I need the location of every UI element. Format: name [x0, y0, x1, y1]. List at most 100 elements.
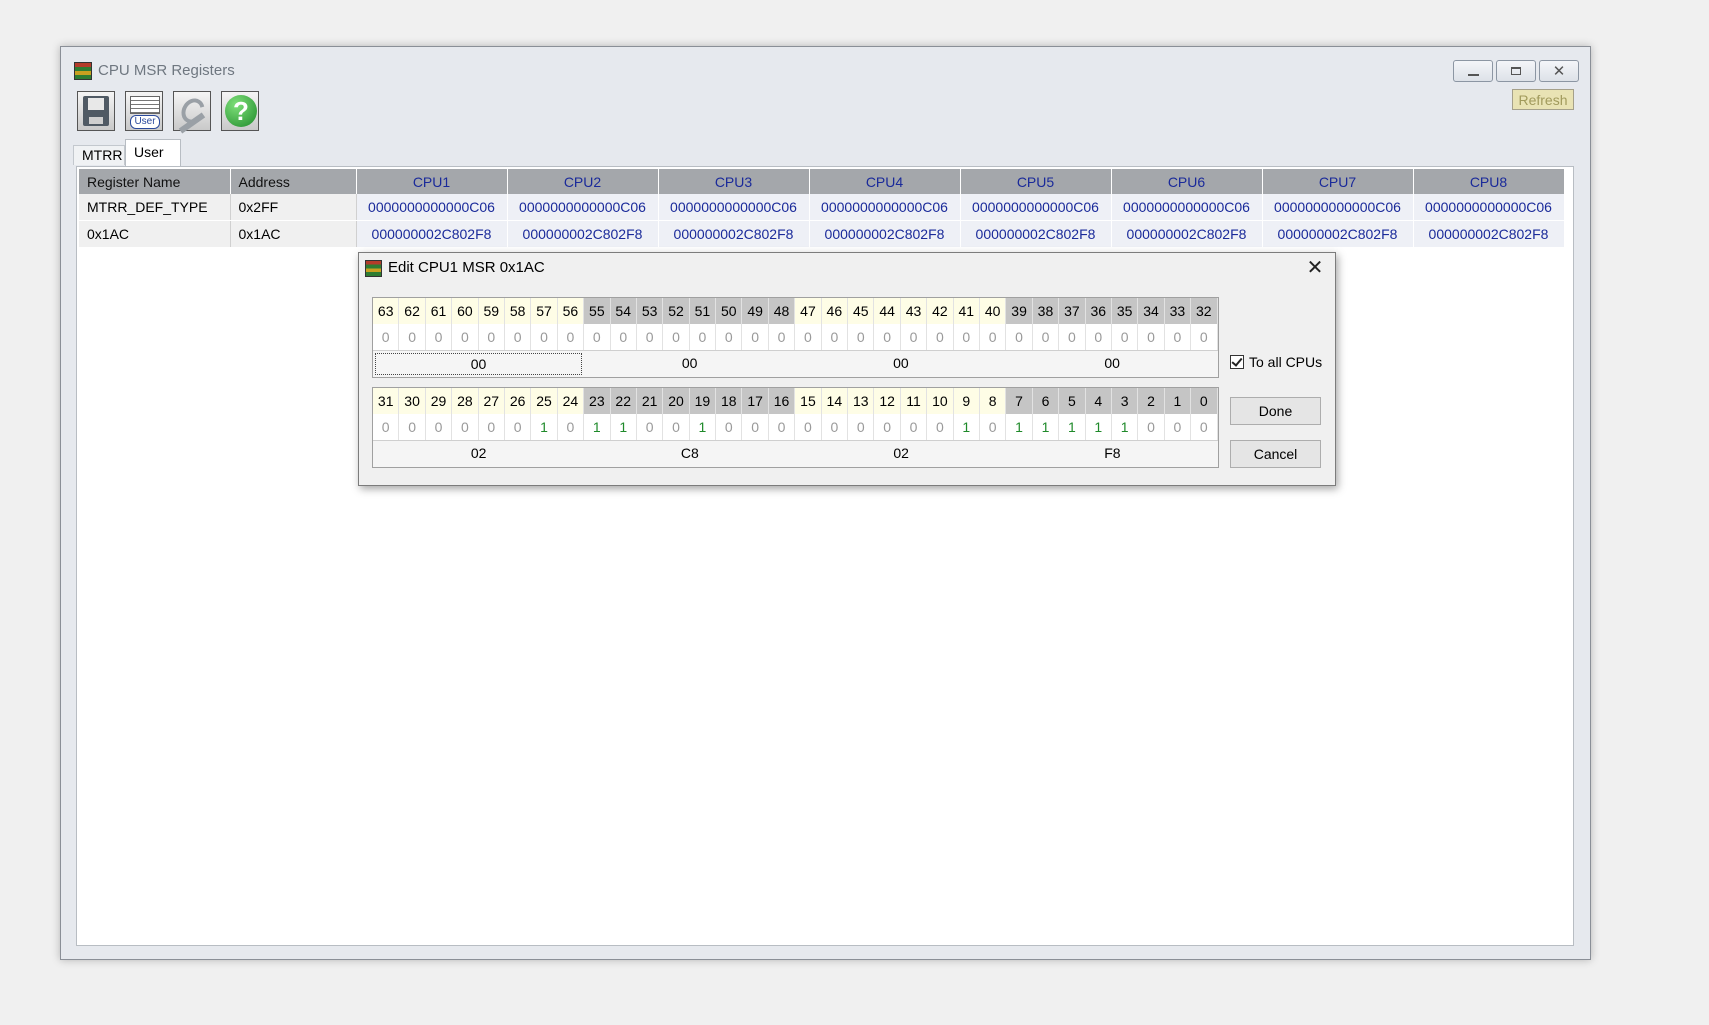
- checkbox-checked-icon[interactable]: [1230, 355, 1244, 369]
- cpu-value-cell[interactable]: 0000000000000C06: [809, 194, 961, 221]
- bit-value-cell[interactable]: 0: [742, 414, 769, 440]
- cpu-value-cell[interactable]: 000000002C802F8: [1413, 220, 1565, 248]
- header-cpu8[interactable]: CPU8: [1413, 169, 1565, 194]
- bit-value-cell[interactable]: 1: [584, 414, 611, 440]
- cpu-value-cell[interactable]: 000000002C802F8: [356, 220, 508, 248]
- bit-value-cell[interactable]: 0: [874, 414, 901, 440]
- register-name-cell[interactable]: 0x1AC: [79, 220, 231, 248]
- bit-value-cell[interactable]: 0: [874, 324, 901, 350]
- bit-value-cell[interactable]: 0: [663, 324, 690, 350]
- header-cpu7[interactable]: CPU7: [1262, 169, 1414, 194]
- header-register-name[interactable]: Register Name: [79, 169, 231, 194]
- bit-value-cell[interactable]: 1: [1033, 414, 1060, 440]
- done-button[interactable]: Done: [1230, 397, 1321, 425]
- header-cpu4[interactable]: CPU4: [809, 169, 961, 194]
- byte-value-cell[interactable]: 02: [373, 441, 584, 467]
- bit-value-cell[interactable]: 0: [901, 324, 928, 350]
- byte-value-cell[interactable]: 00: [375, 353, 582, 375]
- byte-value-cell[interactable]: F8: [1007, 441, 1218, 467]
- bit-value-cell[interactable]: 1: [531, 414, 558, 440]
- bit-value-cell[interactable]: 0: [1112, 324, 1139, 350]
- table-row[interactable]: 0x1AC 0x1AC 000000002C802F8 000000002C80…: [79, 220, 1565, 248]
- bit-value-cell[interactable]: 0: [980, 414, 1007, 440]
- bit-value-cell[interactable]: 1: [690, 414, 717, 440]
- save-button[interactable]: [77, 91, 115, 131]
- bit-value-cell[interactable]: 0: [373, 414, 400, 440]
- cpu-value-cell[interactable]: 0000000000000C06: [507, 194, 659, 221]
- to-all-cpus-checkbox[interactable]: To all CPUs: [1230, 354, 1322, 370]
- bit-value-cell[interactable]: 0: [980, 324, 1007, 350]
- bit-value-cell[interactable]: 0: [584, 324, 611, 350]
- cpu-value-cell[interactable]: 0000000000000C06: [1111, 194, 1263, 221]
- bit-value-cell[interactable]: 0: [716, 414, 743, 440]
- bit-value-cell[interactable]: 0: [399, 324, 426, 350]
- bit-value-cell[interactable]: 0: [716, 324, 743, 350]
- bit-value-cell[interactable]: 0: [795, 414, 822, 440]
- close-button[interactable]: ✕: [1539, 60, 1579, 82]
- header-cpu2[interactable]: CPU2: [507, 169, 659, 194]
- bit-value-cell[interactable]: 1: [954, 414, 980, 440]
- bit-value-cell[interactable]: 0: [426, 324, 453, 350]
- bit-value-cell[interactable]: 0: [1191, 324, 1218, 350]
- bit-value-cell[interactable]: 0: [479, 324, 505, 350]
- bit-value-cell[interactable]: 1: [611, 414, 637, 440]
- bit-value-cell[interactable]: 0: [690, 324, 717, 350]
- tab-user[interactable]: User: [125, 139, 181, 166]
- bit-value-cell[interactable]: 0: [637, 324, 664, 350]
- bit-value-cell[interactable]: 1: [1059, 414, 1086, 440]
- bit-value-cell[interactable]: 0: [1138, 324, 1165, 350]
- bit-value-cell[interactable]: 0: [452, 324, 479, 350]
- bit-value-cell[interactable]: 0: [1165, 324, 1192, 350]
- bit-value-cell[interactable]: 0: [1165, 414, 1192, 440]
- cpu-value-cell[interactable]: 0000000000000C06: [960, 194, 1112, 221]
- cpu-value-cell[interactable]: 000000002C802F8: [809, 220, 961, 248]
- byte-value-cell[interactable]: 00: [1007, 351, 1218, 377]
- byte-value-cell[interactable]: 02: [796, 441, 1007, 467]
- bit-value-cell[interactable]: 0: [822, 324, 849, 350]
- bit-value-cell[interactable]: 1: [1112, 414, 1139, 440]
- bit-value-cell[interactable]: 0: [1086, 324, 1112, 350]
- bit-value-cell[interactable]: 0: [1033, 324, 1060, 350]
- refresh-button[interactable]: Refresh: [1512, 89, 1574, 110]
- bit-value-cell[interactable]: 0: [399, 414, 426, 440]
- bit-value-cell[interactable]: 0: [663, 414, 690, 440]
- cpu-value-cell[interactable]: 000000002C802F8: [507, 220, 659, 248]
- cancel-button[interactable]: Cancel: [1230, 440, 1321, 468]
- bit-value-cell[interactable]: 0: [927, 414, 954, 440]
- header-cpu3[interactable]: CPU3: [658, 169, 810, 194]
- bit-value-cell[interactable]: 0: [558, 414, 585, 440]
- bit-value-cell[interactable]: 0: [769, 414, 796, 440]
- minimize-button[interactable]: [1453, 60, 1493, 82]
- bit-value-cell[interactable]: 0: [373, 324, 400, 350]
- bit-value-cell[interactable]: 0: [1059, 324, 1086, 350]
- cpu-value-cell[interactable]: 0000000000000C06: [658, 194, 810, 221]
- tab-mtrr[interactable]: MTRR: [73, 145, 125, 165]
- byte-value-cell[interactable]: 00: [795, 351, 1006, 377]
- bit-value-cell[interactable]: 0: [927, 324, 954, 350]
- bit-value-cell[interactable]: 0: [1191, 414, 1218, 440]
- bit-value-cell[interactable]: 0: [954, 324, 980, 350]
- cpu-value-cell[interactable]: 0000000000000C06: [1262, 194, 1414, 221]
- cpu-value-cell[interactable]: 000000002C802F8: [960, 220, 1112, 248]
- header-address[interactable]: Address: [230, 169, 357, 194]
- cpu-value-cell[interactable]: 0000000000000C06: [1413, 194, 1565, 221]
- table-row[interactable]: MTRR_DEF_TYPE 0x2FF 0000000000000C06 000…: [79, 194, 1565, 221]
- bit-value-cell[interactable]: 0: [452, 414, 479, 440]
- bit-value-cell[interactable]: 1: [1086, 414, 1112, 440]
- header-cpu6[interactable]: CPU6: [1111, 169, 1263, 194]
- header-cpu1[interactable]: CPU1: [356, 169, 508, 194]
- cpu-value-cell[interactable]: 000000002C802F8: [1262, 220, 1414, 248]
- bit-value-cell[interactable]: 0: [901, 414, 928, 440]
- bit-value-cell[interactable]: 0: [611, 324, 637, 350]
- tools-button[interactable]: [173, 91, 211, 134]
- help-button[interactable]: ?: [221, 91, 259, 131]
- register-name-cell[interactable]: MTRR_DEF_TYPE: [79, 194, 231, 221]
- maximize-button[interactable]: [1496, 60, 1536, 82]
- header-cpu5[interactable]: CPU5: [960, 169, 1112, 194]
- bit-value-cell[interactable]: 0: [505, 324, 532, 350]
- bit-value-cell[interactable]: 0: [848, 414, 875, 440]
- bit-value-cell[interactable]: 0: [1006, 324, 1033, 350]
- byte-value-cell[interactable]: 00: [584, 351, 795, 377]
- address-cell[interactable]: 0x1AC: [230, 220, 357, 248]
- bit-value-cell[interactable]: 0: [848, 324, 875, 350]
